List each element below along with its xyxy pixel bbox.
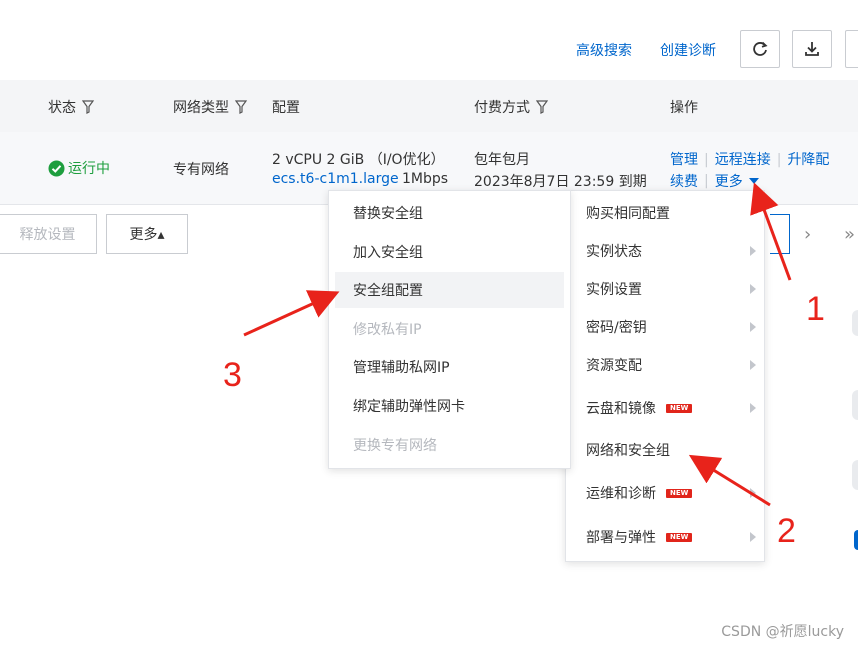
annotation-arrows [243,182,792,507]
watermark: CSDN @祈愿lucky [721,624,844,640]
arrow-1 [750,182,792,281]
annotation-label-2: 2 [777,512,796,550]
arrow-2 [688,454,771,507]
arrow-3 [243,290,340,337]
annotation-label-3: 3 [223,356,242,394]
annotation-label-1: 1 [806,290,825,328]
